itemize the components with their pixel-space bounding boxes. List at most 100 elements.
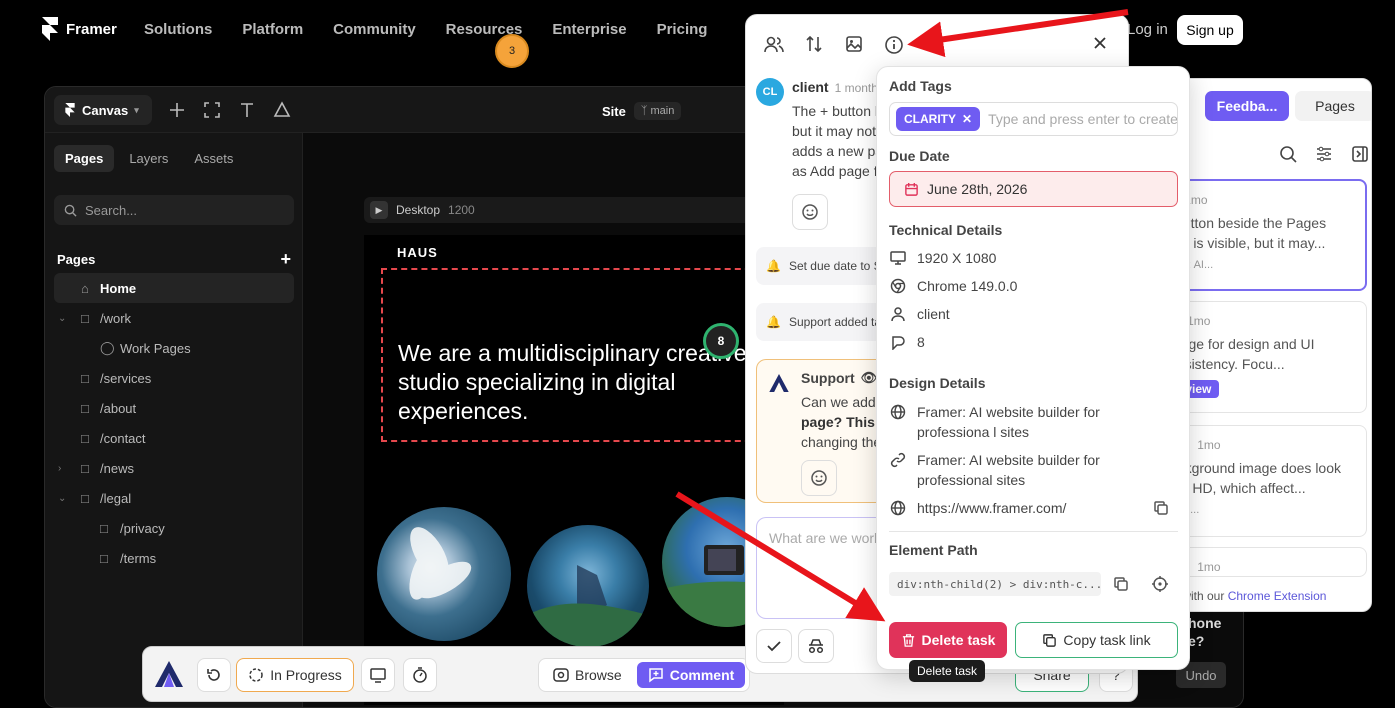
framer-logo[interactable]: Framer [42,17,117,41]
locate-element-icon[interactable] [1151,575,1169,593]
url-value[interactable]: https://www.framer.com/ [917,498,1066,518]
activity-tag-added: 🔔 Support added ta [756,303,886,341]
tab-feedback[interactable]: Feedba... [1205,91,1289,121]
add-icon[interactable] [168,101,186,119]
canvas-menu-button[interactable]: Canvas ▾ [54,95,152,125]
monitor-icon [890,251,906,265]
nav-links: Solutions Platform Community Resources E… [144,21,737,38]
copy-task-link-button[interactable]: Copy task link [1015,622,1178,658]
chevron-down-icon[interactable]: ⌄ [58,313,66,324]
browse-mode-button[interactable]: Browse [547,662,628,688]
tab-pages[interactable]: Pages [1295,91,1371,121]
add-page-icon[interactable]: + [280,250,291,268]
site-preview-frame[interactable]: HAUS We are a multidisciplinary creative… [364,235,784,705]
sidebar-item-work[interactable]: ⌄ □ /work [54,303,294,333]
page-label: /news [100,460,134,476]
vector-tool-icon[interactable] [273,101,291,119]
resolution-row: 1920 X 1080 [889,248,996,268]
tag-label: CLARITY [904,112,956,126]
brand-logo-icon[interactable] [155,661,183,687]
support-name: Support [801,370,855,386]
image-icon[interactable] [845,35,863,53]
support-logo-icon [769,374,789,392]
remove-tag-icon[interactable]: ✕ [962,112,972,126]
add-reaction-button[interactable] [792,194,828,230]
refresh-button[interactable] [197,658,231,692]
sidebar-item-services[interactable]: □ /services [54,363,294,393]
refresh-icon [207,669,220,681]
chevron-down-icon[interactable]: ⌄ [58,493,66,504]
play-icon[interactable]: ▶ [370,201,388,219]
users-icon[interactable] [764,35,784,53]
page-title-value: Framer: AI website builder for professio… [917,404,1100,440]
page-label: Home [100,280,137,296]
site-branch-label[interactable]: Site ᛉ main [602,102,682,120]
sidebar-item-privacy[interactable]: □ /privacy [54,513,294,543]
incognito-button[interactable] [798,629,834,663]
sidebar-item-terms[interactable]: □ /terms [54,543,294,573]
comment-marker[interactable]: 8 [703,323,739,359]
sidebar-item-work-pages[interactable]: ◯ Work Pages [54,333,294,363]
user-row: client [889,304,950,324]
tag-chip: CLARITY ✕ [896,107,981,131]
close-icon[interactable] [1092,35,1108,51]
design-details-title: Design Details [889,375,986,391]
info-icon[interactable] [884,35,904,55]
reply-input[interactable]: What are we work [756,517,896,619]
due-date-title: Due Date [889,148,950,164]
incognito-icon [808,639,824,654]
sidebar-item-contact[interactable]: □ /contact [54,423,294,453]
text-tool-icon[interactable] [238,101,256,119]
timer-button[interactable] [403,658,437,692]
panel-toggle-icon[interactable] [1351,145,1369,163]
framer-logo-icon [42,17,58,41]
search-input[interactable]: Search... [54,195,294,225]
sidebar-item-home[interactable]: ⌂ Home [54,273,294,303]
login-link[interactable]: Log in [1127,21,1168,38]
nav-platform[interactable]: Platform [242,21,303,38]
nav-enterprise[interactable]: Enterprise [552,21,626,38]
card-meta: amer: AI... [1163,259,1214,271]
left-sidebar: Pages Layers Assets Search... Pages + ⌂ … [45,133,303,707]
sidebar-item-about[interactable]: □ /about [54,393,294,423]
nav-pricing[interactable]: Pricing [657,21,708,38]
signup-button[interactable]: Sign up [1177,15,1243,45]
brand-name: Framer [66,20,117,38]
add-reaction-button[interactable] [801,460,837,496]
search-icon[interactable] [1279,145,1297,163]
frame-label[interactable]: ▶ Desktop 1200 [364,197,784,223]
sort-icon[interactable] [805,35,823,53]
filter-icon[interactable] [1315,145,1333,163]
page-link-value[interactable]: Framer: AI website builder for professio… [917,450,1137,490]
nav-community[interactable]: Community [333,21,416,38]
device-button[interactable] [361,658,395,692]
tab-assets[interactable]: Assets [183,145,244,172]
frame-width: 1200 [448,203,475,217]
due-date-picker[interactable]: June 28th, 2026 [889,171,1178,207]
background-side-text: hone e? [1188,614,1221,650]
link-icon [890,452,906,468]
user-icon [891,307,905,322]
tab-layers[interactable]: Layers [118,145,179,172]
sidebar-item-news[interactable]: › □ /news [54,453,294,483]
globe-icon [890,500,906,516]
chevron-right-icon[interactable]: › [58,463,61,474]
frame-tool-icon[interactable] [203,101,221,119]
notification-badge[interactable]: 3 [495,34,529,68]
timer-icon [413,667,427,683]
emoji-icon [802,204,818,220]
delete-task-button[interactable]: Delete task [889,622,1007,658]
resolve-button[interactable] [756,629,792,663]
sidebar-item-legal[interactable]: ⌄ □ /legal [54,483,294,513]
tag-input[interactable]: CLARITY ✕ Type and press enter to create [889,102,1178,136]
copy-url-icon[interactable] [1153,500,1169,516]
monitor-icon [370,668,386,683]
chrome-icon [890,278,906,294]
copy-path-icon[interactable] [1113,576,1129,592]
status-dropdown[interactable]: In Progress [236,658,354,692]
tab-pages[interactable]: Pages [54,145,115,172]
nav-solutions[interactable]: Solutions [144,21,212,38]
comment-mode-button[interactable]: Comment [637,662,745,688]
pages-header-label: Pages [57,252,96,267]
chrome-extension-link[interactable]: Chrome Extension [1228,589,1327,603]
